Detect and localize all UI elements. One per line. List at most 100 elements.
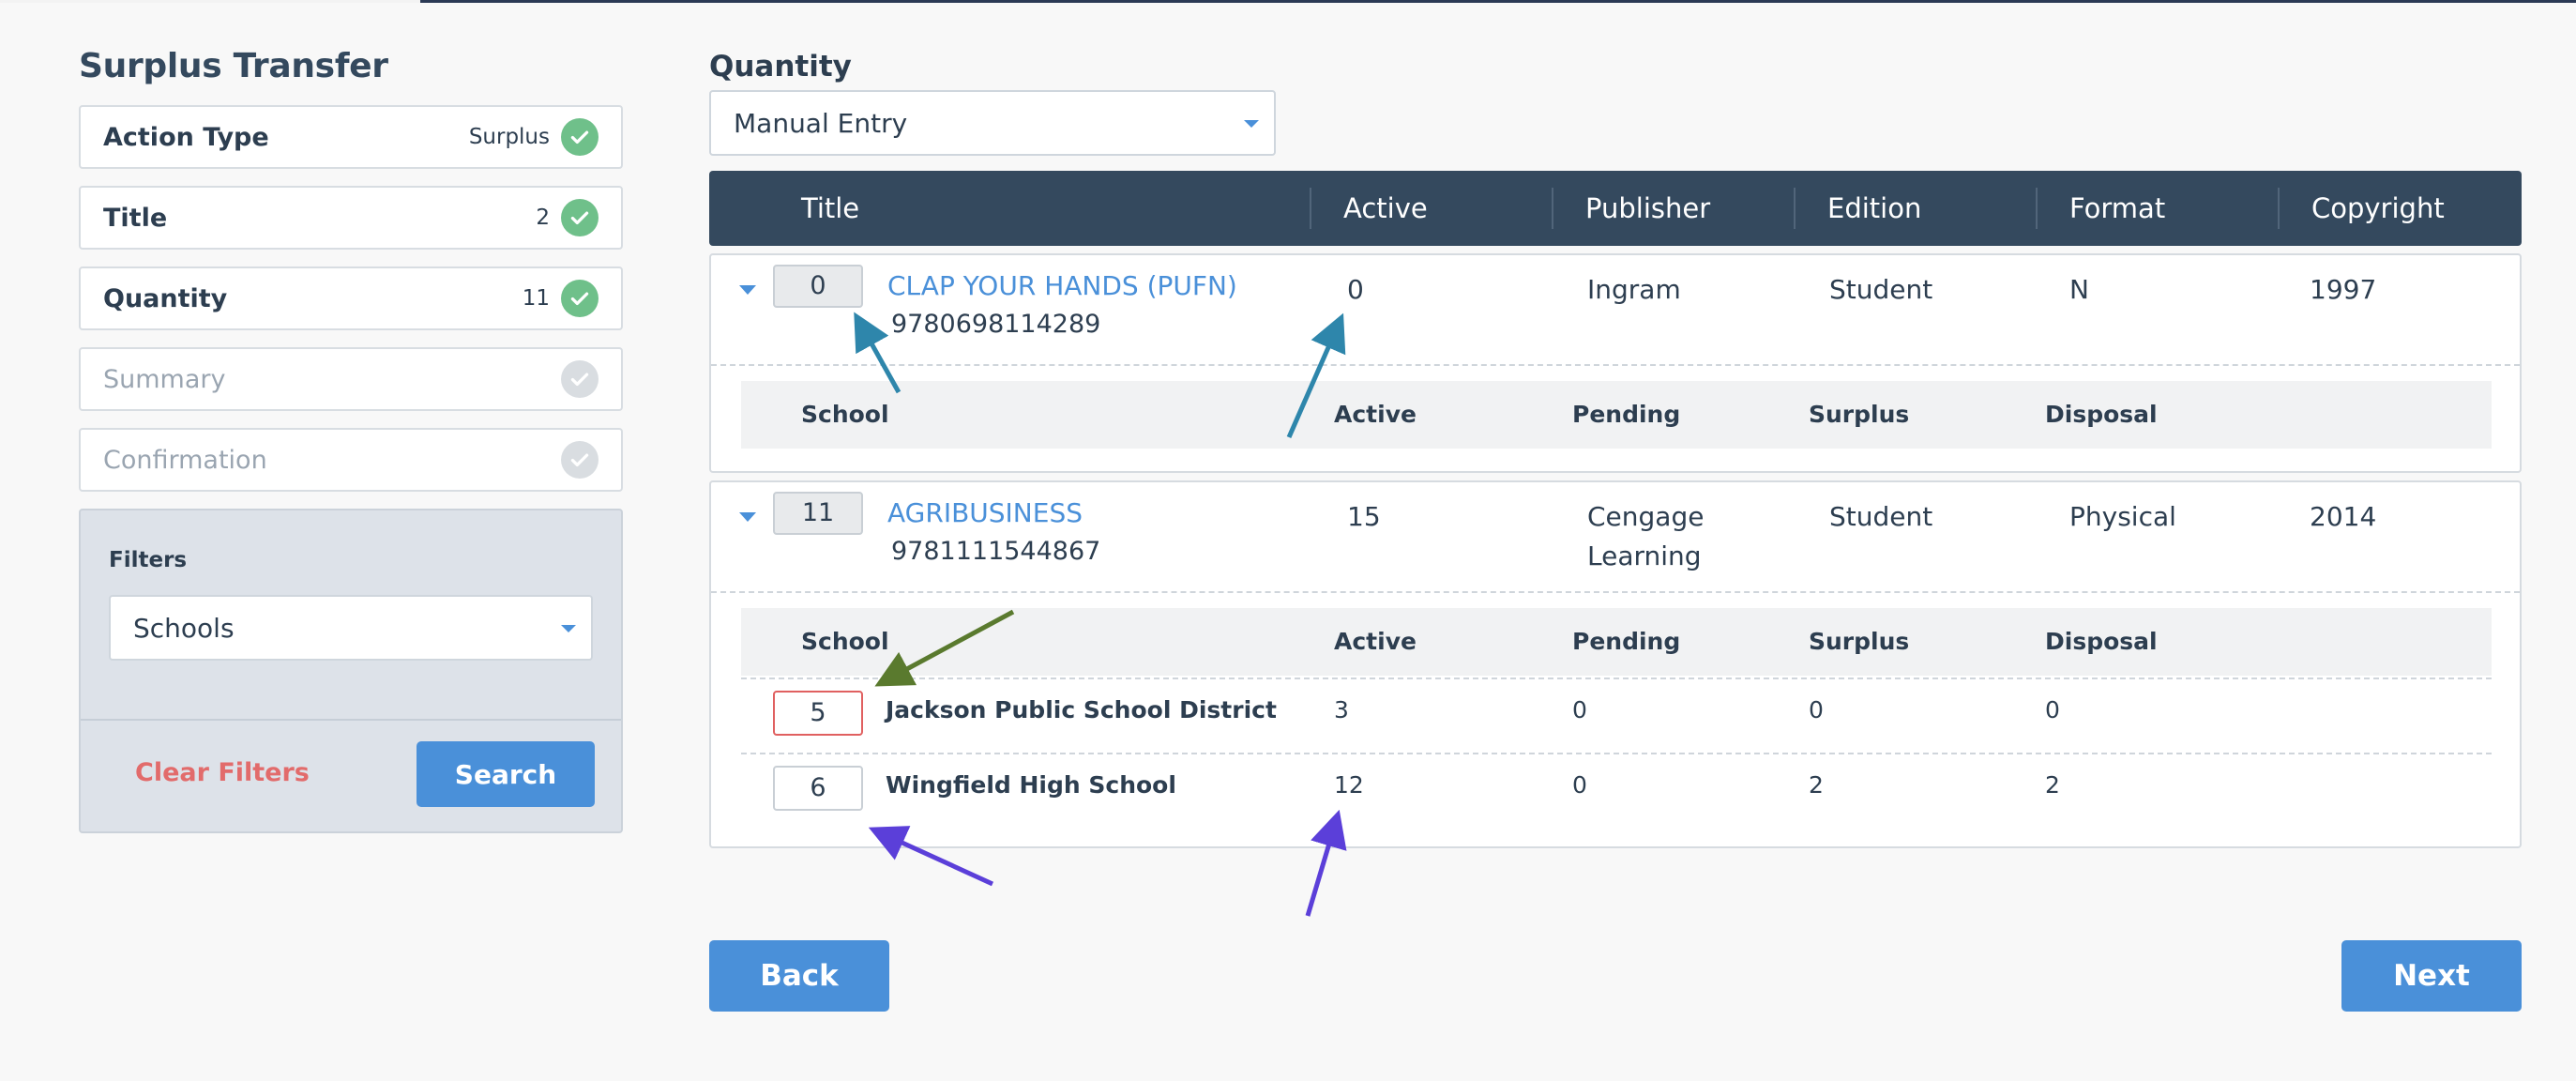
step-confirmation: Confirmation bbox=[79, 428, 623, 492]
title-group: 0 CLAP YOUR HANDS (PUFN) 9780698114289 0… bbox=[709, 253, 2522, 473]
step-label: Quantity bbox=[103, 283, 228, 313]
main-content: Quantity Manual Entry Title Active Publi… bbox=[709, 45, 2522, 848]
filters-panel: Filters Schools Clear Filters Search bbox=[79, 509, 623, 833]
column-header-publisher[interactable]: Publisher bbox=[1585, 171, 1710, 246]
active-count: 15 bbox=[1347, 501, 1381, 532]
column-header-format[interactable]: Format bbox=[2069, 171, 2165, 246]
clear-filters-button[interactable]: Clear Filters bbox=[135, 758, 310, 787]
top-border bbox=[420, 0, 2576, 3]
sub-header-pending: Pending bbox=[1572, 628, 1681, 655]
sidebar: Surplus Transfer Action Type Surplus Tit… bbox=[79, 45, 623, 833]
filters-select[interactable]: Schools bbox=[109, 595, 593, 661]
check-icon bbox=[561, 360, 599, 398]
isbn: 9781111544867 bbox=[891, 537, 1101, 566]
school-pending: 0 bbox=[1572, 696, 1587, 723]
publisher: Ingram bbox=[1587, 274, 1681, 305]
step-title[interactable]: Title 2 bbox=[79, 186, 623, 250]
step-quantity[interactable]: Quantity 11 bbox=[79, 266, 623, 330]
school-surplus: 0 bbox=[1809, 696, 1824, 723]
step-action-type[interactable]: Action Type Surplus bbox=[79, 105, 623, 169]
format: N bbox=[2069, 274, 2089, 305]
caret-down-icon[interactable] bbox=[739, 512, 756, 522]
top-border-light bbox=[0, 0, 420, 3]
column-header-title[interactable]: Title bbox=[801, 171, 859, 246]
column-separator bbox=[2278, 188, 2280, 229]
column-separator bbox=[2036, 188, 2038, 229]
school-quantity-input[interactable]: 5 bbox=[773, 691, 863, 736]
isbn: 9780698114289 bbox=[891, 310, 1101, 339]
chevron-down-icon bbox=[561, 625, 576, 632]
column-header-copyright[interactable]: Copyright bbox=[2311, 171, 2445, 246]
edition: Student bbox=[1829, 274, 1933, 305]
quantity-mode-value: Manual Entry bbox=[734, 107, 908, 139]
column-separator bbox=[1794, 188, 1796, 229]
page-title: Surplus Transfer bbox=[79, 47, 388, 85]
step-label: Title bbox=[103, 203, 168, 233]
publisher-line: Learning bbox=[1587, 540, 1702, 571]
back-button[interactable]: Back bbox=[709, 940, 889, 1012]
format: Physical bbox=[2069, 501, 2176, 532]
chevron-down-icon bbox=[1244, 120, 1259, 128]
book-title-link[interactable]: CLAP YOUR HANDS (PUFN) bbox=[887, 270, 1237, 301]
step-summary: Summary bbox=[79, 347, 623, 411]
step-label: Action Type bbox=[103, 122, 269, 152]
quantity-label: Quantity bbox=[709, 50, 852, 84]
school-table-header: School Active Pending Surplus Disposal bbox=[741, 608, 2492, 676]
school-name: Jackson Public School District bbox=[886, 696, 1277, 723]
step-label: Confirmation bbox=[103, 445, 267, 475]
sub-header-pending: Pending bbox=[1572, 401, 1681, 428]
sub-header-school: School bbox=[801, 628, 889, 655]
step-value: 2 bbox=[536, 206, 550, 230]
school-active: 3 bbox=[1334, 696, 1349, 723]
check-icon bbox=[561, 199, 599, 236]
sub-header-disposal: Disposal bbox=[2045, 401, 2158, 428]
school-disposal: 2 bbox=[2045, 771, 2060, 799]
title-group: 11 AGRIBUSINESS 9781111544867 15 Cengage… bbox=[709, 480, 2522, 848]
school-row: 5 Jackson Public School District 3 0 0 0 bbox=[741, 678, 2492, 753]
sub-header-disposal: Disposal bbox=[2045, 628, 2158, 655]
step-value: Surplus bbox=[468, 125, 550, 149]
column-separator bbox=[1310, 188, 1311, 229]
row-divider bbox=[741, 753, 2492, 754]
check-icon bbox=[561, 118, 599, 156]
title-quantity-input[interactable]: 0 bbox=[773, 265, 863, 308]
step-label: Summary bbox=[103, 364, 226, 394]
column-separator bbox=[1552, 188, 1553, 229]
school-active: 12 bbox=[1334, 771, 1364, 799]
title-quantity-input[interactable]: 11 bbox=[773, 492, 863, 535]
check-icon bbox=[561, 280, 599, 317]
sub-header-surplus: Surplus bbox=[1809, 401, 1910, 428]
filters-selected-value: Schools bbox=[133, 612, 235, 644]
row-divider bbox=[711, 364, 2520, 366]
sub-header-active: Active bbox=[1334, 401, 1417, 428]
school-name: Wingfield High School bbox=[886, 771, 1176, 799]
sub-header-surplus: Surplus bbox=[1809, 628, 1910, 655]
book-title-link[interactable]: AGRIBUSINESS bbox=[887, 497, 1083, 528]
copyright: 1997 bbox=[2310, 274, 2377, 305]
sub-header-active: Active bbox=[1334, 628, 1417, 655]
edition: Student bbox=[1829, 501, 1933, 532]
school-table-header: School Active Pending Surplus Disposal bbox=[741, 381, 2492, 449]
row-divider bbox=[711, 591, 2520, 593]
sub-header-school: School bbox=[801, 401, 889, 428]
row-divider bbox=[741, 678, 2492, 679]
filters-divider bbox=[81, 719, 621, 721]
publisher-line: Cengage bbox=[1587, 501, 1705, 532]
copyright: 2014 bbox=[2310, 501, 2377, 532]
table-row: 11 AGRIBUSINESS 9781111544867 15 Cengage… bbox=[711, 482, 2520, 593]
column-header-edition[interactable]: Edition bbox=[1827, 171, 1921, 246]
table-row: 0 CLAP YOUR HANDS (PUFN) 9780698114289 0… bbox=[711, 255, 2520, 366]
school-quantity-input[interactable]: 6 bbox=[773, 766, 863, 811]
step-value: 11 bbox=[522, 286, 550, 311]
caret-down-icon[interactable] bbox=[739, 285, 756, 295]
school-row: 6 Wingfield High School 12 0 2 2 bbox=[741, 753, 2492, 828]
school-disposal: 0 bbox=[2045, 696, 2060, 723]
search-button[interactable]: Search bbox=[417, 741, 595, 807]
publisher: Cengage Learning bbox=[1587, 497, 1704, 576]
next-button[interactable]: Next bbox=[2341, 940, 2522, 1012]
school-pending: 0 bbox=[1572, 771, 1587, 799]
quantity-mode-select[interactable]: Manual Entry bbox=[709, 90, 1276, 156]
column-header-active[interactable]: Active bbox=[1343, 171, 1428, 246]
table-header: Title Active Publisher Edition Format Co… bbox=[709, 171, 2522, 246]
filters-label: Filters bbox=[109, 548, 188, 572]
